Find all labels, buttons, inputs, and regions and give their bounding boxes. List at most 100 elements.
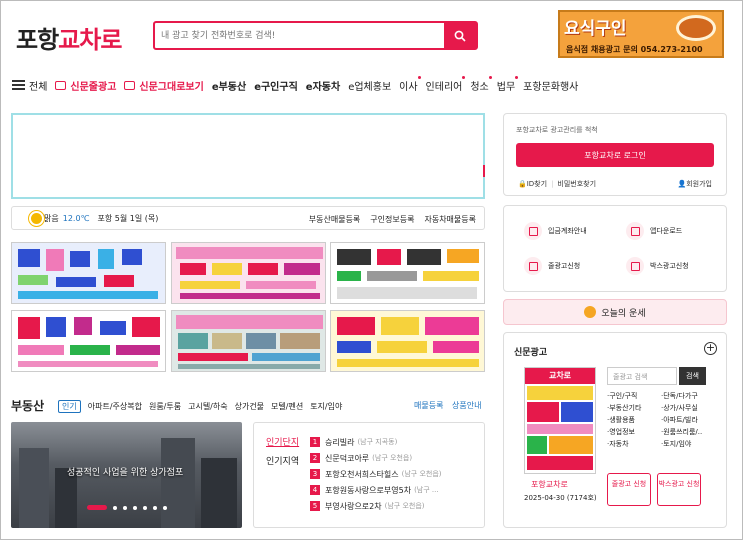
realestate-photo-slider[interactable]: 성공적인 사업을 위한 상가점포 (11, 422, 242, 528)
quick-box-ad-apply[interactable]: 박스광고신청 (626, 257, 689, 275)
ad-thumbnail[interactable] (11, 310, 166, 372)
login-button[interactable]: 포항교차로 로그인 (516, 143, 714, 167)
ad-thumbnail[interactable] (330, 242, 485, 304)
find-id-link[interactable]: ID찾기 (527, 180, 547, 188)
clipboard-icon (626, 257, 644, 275)
tab-land[interactable]: 토지/임야 (310, 401, 342, 412)
ranking-item[interactable]: 5 부영사랑으로2차 (남구 오천읍) (310, 498, 442, 514)
slider-dot[interactable] (143, 505, 147, 510)
join-link[interactable]: 👤회원가입 (678, 179, 712, 189)
ranking-item[interactable]: 1 승리빌라 (남구 지곡동) (310, 434, 442, 450)
ranking-item[interactable]: 3 포항오천서희스타힐스 (남구 오천읍) (310, 466, 442, 482)
nav-item-cars[interactable]: e자동차 (306, 78, 340, 93)
category-link[interactable]: ·영업정보 (607, 427, 661, 437)
category-link[interactable]: ·부동산기타 (607, 403, 661, 413)
ad-banner[interactable]: 요식구인 음식점 채용광고 문의 054.273-2100 (558, 10, 724, 58)
tab-popular[interactable]: 인기 (58, 400, 81, 413)
search-button[interactable] (444, 23, 476, 48)
category-link[interactable]: ·단독/다가구 (661, 391, 715, 401)
ranking-tabs: 인기단지 인기지역 (266, 435, 299, 467)
slider-dot[interactable] (123, 505, 127, 510)
quick-deposit-account[interactable]: 입금계좌안내 (524, 222, 587, 240)
fortune-button[interactable]: 오늘의 운세 (503, 299, 727, 325)
main-banner-slot[interactable] (11, 113, 485, 199)
tab-apartment[interactable]: 아파트/주상복합 (88, 401, 142, 412)
quick-line-ad-apply[interactable]: 줄광고신청 (524, 257, 580, 275)
weather-condition: 맑음 (44, 213, 59, 223)
newspaper-cover[interactable]: 교차로 (524, 367, 596, 474)
tab-popular-complex[interactable]: 인기단지 (266, 435, 299, 448)
nav-item-moving[interactable]: 이사 (399, 75, 422, 93)
line-ad-search-button[interactable]: 검색 (679, 367, 706, 385)
tab-goshitel[interactable]: 고시텔/하숙 (188, 401, 228, 412)
slider-dots (87, 505, 167, 510)
nav-all[interactable]: 전체 (12, 78, 47, 93)
newspaper-card: 신문광고 + 교차로 포항교차로 2025-04-30 (7174호) 줄광고 … (503, 332, 727, 528)
slider-marker (483, 165, 485, 177)
ranking-item[interactable]: 4 포항원동사랑으로부영5차 (남구 ... (310, 482, 442, 498)
rank-number: 2 (310, 453, 320, 463)
line-ad-apply-button[interactable]: 줄광고 신청 (607, 473, 651, 506)
nav-item-paper-view[interactable]: 신문그대로보기 (124, 78, 204, 93)
slider-dot-active[interactable] (87, 505, 107, 510)
tab-commercial[interactable]: 상가건물 (235, 401, 264, 412)
rank-name: 부영사랑으로2차 (325, 501, 382, 511)
link-realestate-register[interactable]: 부동산매물등록 (309, 214, 361, 225)
find-password-link[interactable]: 비밀번호찾기 (557, 180, 596, 188)
search-input[interactable] (161, 27, 441, 45)
site-logo[interactable]: 포항교차로 (16, 20, 122, 55)
link-job-register[interactable]: 구인정보등록 (370, 214, 414, 225)
book-icon (124, 80, 136, 90)
main-nav: 전체 신문줄광고 신문그대로보기 e부동산 e구인구직 e자동차 e업체홍보 이… (12, 75, 586, 93)
link-car-register[interactable]: 자동차매물등록 (424, 214, 476, 225)
nav-item-cleaning[interactable]: 청소 (470, 75, 493, 93)
slider-dot[interactable] (163, 505, 167, 510)
link-product-info[interactable]: 상품안내 (452, 401, 481, 410)
ad-image (172, 311, 325, 371)
register-links: 부동산매물등록 구인정보등록 자동차매물등록 (309, 214, 476, 225)
banner-title: 요식구인 (564, 19, 627, 39)
nav-item-realestate[interactable]: e부동산 (212, 78, 246, 93)
category-link[interactable]: ·아파트/빌라 (661, 415, 715, 425)
cover-title: 교차로 (525, 368, 595, 384)
plus-icon[interactable]: + (704, 342, 717, 355)
newspaper-title: 신문광고 (514, 348, 548, 358)
slider-dot[interactable] (113, 505, 117, 510)
tab-popular-region[interactable]: 인기지역 (266, 457, 299, 467)
slider-dot[interactable] (153, 505, 157, 510)
ranking-item[interactable]: 2 신문덕코아루 (남구 오천읍) (310, 450, 442, 466)
ranking-list: 1 승리빌라 (남구 지곡동) 2 신문덕코아루 (남구 오천읍) 3 포항오천서희스타힐… (310, 434, 442, 514)
nav-item-jobs[interactable]: e구인구직 (254, 78, 298, 93)
category-link[interactable]: ·상가/사무실 (661, 403, 715, 413)
category-link[interactable]: ·생활용품 (607, 415, 661, 425)
tab-oneroom[interactable]: 원룸/투룸 (149, 401, 181, 412)
ad-thumbnail[interactable] (330, 310, 485, 372)
tab-motel[interactable]: 모텔/펜션 (271, 401, 303, 412)
nav-item-business[interactable]: e업체홍보 (348, 78, 391, 93)
category-link[interactable]: ·토지/임야 (661, 439, 715, 449)
nav-item-line-ads[interactable]: 신문줄광고 (55, 78, 116, 93)
nav-item-legal[interactable]: 법무 (497, 75, 519, 93)
popular-ranking: 인기단지 인기지역 1 승리빌라 (남구 지곡동) 2 신문덕코아루 (남구 오천읍) … (253, 422, 485, 528)
newspaper-icon (55, 80, 67, 90)
ad-thumbnail[interactable] (171, 310, 326, 372)
category-link[interactable]: ·자동차 (607, 439, 661, 449)
rank-number: 1 (310, 437, 320, 447)
category-link[interactable]: ·구인/구직 (607, 391, 661, 401)
slider-dot[interactable] (133, 505, 137, 510)
weather-bar: 맑음 12.0℃ 포항 5월 1일 (목) 부동산매물등록 구인정보등록 자동차… (11, 206, 485, 230)
quick-app-download[interactable]: 앱다운로드 (626, 222, 682, 240)
ad-thumbnail[interactable] (11, 242, 166, 304)
nav-item-interior[interactable]: 인테리어 (426, 75, 466, 93)
box-ad-apply-button[interactable]: 박스광고 신청 (657, 473, 701, 506)
lock-icon: 🔒 (518, 180, 527, 188)
nav-item-culture[interactable]: 포항문화행사 (523, 78, 578, 93)
rank-location: (남구 지곡동) (357, 438, 398, 446)
quick-label: 입금계좌안내 (548, 227, 587, 235)
link-register-listing[interactable]: 매물등록 (414, 401, 443, 410)
line-ad-search-input[interactable]: 줄광고 검색 (607, 367, 677, 385)
rank-location: (남구 ... (414, 486, 439, 494)
category-link[interactable]: ·원룸쓰리룸/.. (661, 427, 715, 437)
quick-menu: 입금계좌안내 앱다운로드 줄광고신청 박스광고신청 (503, 205, 727, 292)
ad-thumbnail[interactable] (171, 242, 326, 304)
